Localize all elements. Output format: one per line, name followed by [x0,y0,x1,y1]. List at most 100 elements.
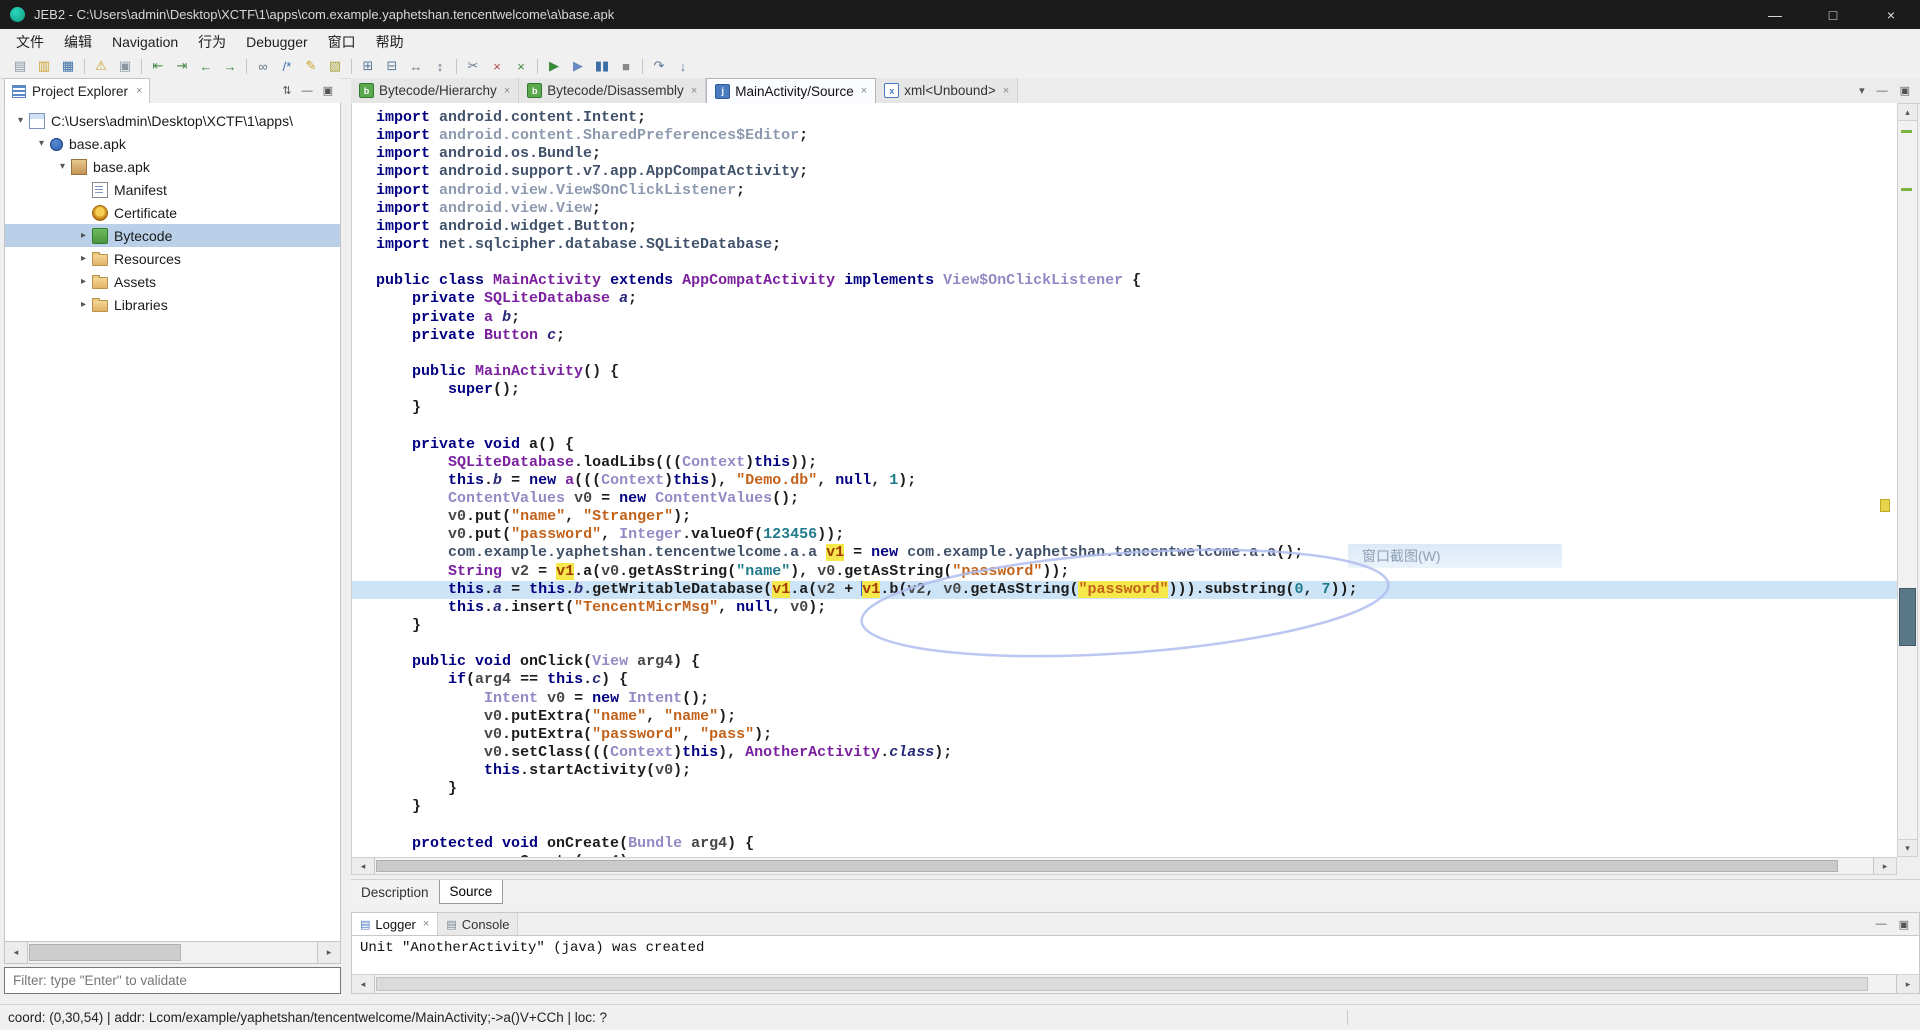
scroll-right-icon[interactable]: ▸ [317,942,340,963]
menu-[interactable]: 编辑 [54,29,102,54]
pause-icon[interactable]: ▮▮ [590,56,614,76]
code-line[interactable]: import android.widget.Button; [352,218,1898,236]
view-menu-icon[interactable]: ▾ [1859,84,1865,97]
code-line[interactable]: import android.content.Intent; [352,109,1898,127]
code-line[interactable]: com.example.yaphetshan.tencentwelcome.a.… [352,544,1898,562]
expand-arrow-icon[interactable]: ▸ [76,230,91,241]
tab-close-icon[interactable]: × [136,85,142,97]
scroll-up-icon[interactable]: ▴ [1898,104,1917,121]
tab-bytecode-hierarchy[interactable]: b Bytecode/Hierarchy × [351,78,520,103]
scroll-left-icon[interactable]: ◂ [352,858,375,874]
code-line[interactable]: v0.put("name", "Stranger"); [352,508,1898,526]
code-line[interactable]: } [352,617,1898,635]
scroll-down-icon[interactable]: ▾ [1898,839,1917,856]
debug-start-icon[interactable]: ▶ [542,56,566,76]
tab-close-icon[interactable]: × [1003,85,1009,97]
code-line[interactable]: private SQLiteDatabase a; [352,290,1898,308]
code-line[interactable]: private void a() { [352,436,1898,454]
delete-icon[interactable]: × [485,56,509,76]
menu-[interactable]: 行为 [188,29,236,54]
scroll-right-icon[interactable]: ▸ [1873,858,1896,874]
code-line[interactable]: protected void onCreate(Bundle arg4) { [352,835,1898,853]
hex-view-icon[interactable]: ⊟ [380,56,404,76]
save-icon[interactable]: ▦ [56,56,80,76]
source-view[interactable]: import android.content.Intent; import and… [351,103,1898,857]
minimize-button[interactable]: — [1746,0,1804,29]
code-line[interactable]: private a b; [352,309,1898,327]
minimize-view-icon[interactable]: — [302,85,313,97]
code-line[interactable]: import android.content.SharedPreferences… [352,127,1898,145]
tree-horizontal-scrollbar[interactable]: ◂ ▸ [4,941,341,964]
scroll-left-icon[interactable]: ◂ [5,942,28,963]
filter-input[interactable] [4,967,341,994]
cut-icon[interactable]: ✂ [461,56,485,76]
code-line[interactable]: public MainActivity() { [352,363,1898,381]
code-line[interactable] [352,345,1898,363]
tab-bytecode-disassembly[interactable]: b Bytecode/Disassembly × [519,78,707,103]
tab-mainactivity-source[interactable]: j MainActivity/Source × [706,78,877,103]
code-line[interactable]: v0.putExtra("password", "pass"); [352,726,1898,744]
tab-close-icon[interactable]: × [861,85,867,97]
code-line[interactable]: v0.put("password", Integer.valueOf(12345… [352,526,1898,544]
expand-arrow-icon[interactable]: ▸ [76,253,91,264]
collapse-all-icon[interactable]: ⇅ [282,84,291,97]
code-line[interactable]: this.startActivity(v0); [352,762,1898,780]
code-line[interactable]: import net.sqlcipher.database.SQLiteData… [352,236,1898,254]
code-line[interactable]: public void onClick(View arg4) { [352,653,1898,671]
alert-icon[interactable]: ⚠ [89,56,113,76]
maximize-view-icon[interactable]: ▣ [1900,84,1910,97]
code-line[interactable]: } [352,780,1898,798]
code-line[interactable]: this.a = this.b.getWritableDatabase(v1.a… [352,580,1898,599]
code-line[interactable]: String v2 = v1.a(v0.getAsString("name"),… [352,562,1898,581]
tree-item-base-apk[interactable]: ▾ base.apk [5,132,340,155]
menu-[interactable]: 帮助 [366,29,414,54]
maximize-view-icon[interactable]: ▣ [1899,918,1909,931]
close-button[interactable]: × [1862,0,1920,29]
tab-source[interactable]: Source [438,880,504,904]
maximize-button[interactable]: □ [1804,0,1862,29]
hierarchy-view-icon[interactable]: ⊞ [356,56,380,76]
code-line[interactable] [352,816,1898,834]
scroll-left-icon[interactable]: ◂ [352,975,375,993]
scrollbar-thumb[interactable] [29,944,181,961]
comment-icon[interactable]: /* [275,56,299,76]
logger-horizontal-scrollbar[interactable]: ◂ ▸ [352,974,1919,993]
scrollbar-thumb[interactable] [376,860,1838,872]
scroll-right-icon[interactable]: ▸ [1896,975,1919,993]
menu-debugger[interactable]: Debugger [236,29,318,54]
tree-item-certificate[interactable]: Certificate [5,201,340,224]
menu-navigation[interactable]: Navigation [102,29,188,54]
code-line[interactable]: ContentValues v0 = new ContentValues(); [352,490,1898,508]
minimize-view-icon[interactable]: — [1876,918,1887,930]
scrollbar-thumb[interactable] [1899,588,1916,646]
scrollbar-thumb[interactable] [376,977,1868,991]
code-line[interactable]: } [352,798,1898,816]
tab-xml-unbound[interactable]: x xml<Unbound> × [876,78,1019,103]
window-icon[interactable]: ▣ [113,56,137,76]
back-icon[interactable]: ← [194,56,218,76]
open-project-icon[interactable]: ▤ [8,56,32,76]
code-line[interactable]: super(); [352,381,1898,399]
tab-description[interactable]: Description [351,880,439,904]
forward-icon[interactable]: → [218,56,242,76]
rename-icon[interactable]: ✎ [299,56,323,76]
code-line[interactable]: private Button c; [352,327,1898,345]
code-line[interactable]: } [352,399,1898,417]
tree-item-bytecode[interactable]: ▸ Bytecode [5,224,340,247]
stop-icon[interactable]: ■ [614,56,638,76]
maximize-view-icon[interactable]: ▣ [323,84,333,97]
xref-icon[interactable]: ∞ [251,56,275,76]
code-line[interactable]: import android.os.Bundle; [352,145,1898,163]
tree-item-assets[interactable]: ▸ Assets [5,270,340,293]
code-line[interactable]: Intent v0 = new Intent(); [352,690,1898,708]
collapse-arrow-icon[interactable]: ▾ [34,138,49,149]
code-line[interactable]: if(arg4 == this.c) { [352,671,1898,689]
code-line[interactable]: v0.setClass(((Context)this), AnotherActi… [352,744,1898,762]
code-line[interactable] [352,254,1898,272]
code-line[interactable]: this.b = new a(((Context)this), "Demo.db… [352,472,1898,490]
code-line[interactable]: public class MainActivity extends AppCom… [352,272,1898,290]
code-line[interactable] [352,635,1898,653]
menu-[interactable]: 文件 [6,29,54,54]
jump-start-icon[interactable]: ⇤ [146,56,170,76]
tab-close-icon[interactable]: × [504,85,510,97]
